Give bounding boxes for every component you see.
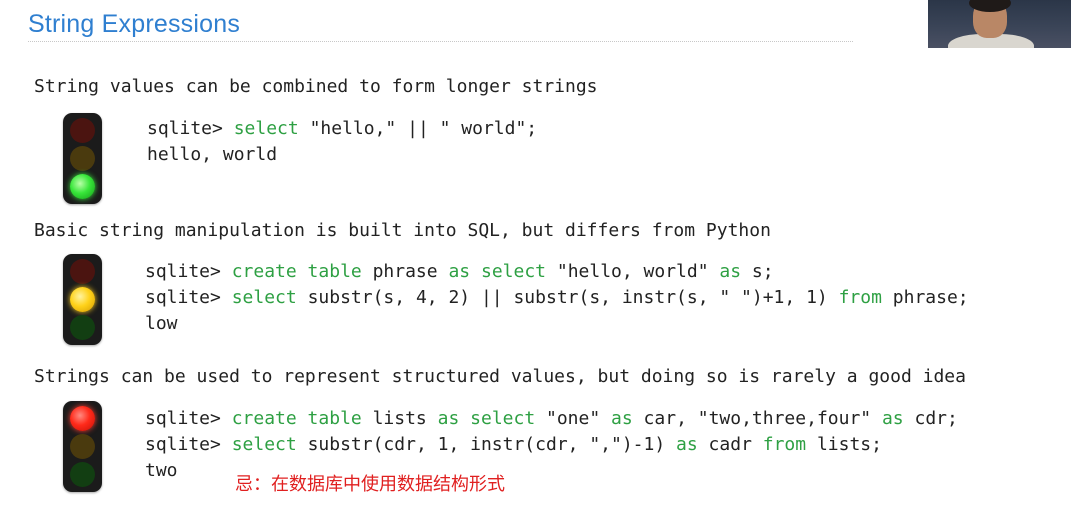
sql-keyword: select	[480, 261, 547, 282]
code-block-1: sqlite> select "hello," || " world"; hell…	[147, 116, 537, 168]
code-text: lists;	[806, 434, 882, 455]
red-lamp	[70, 259, 95, 284]
sql-keyword: from	[838, 287, 882, 308]
sql-keyword: as	[611, 408, 633, 429]
slide-title: String Expressions	[28, 10, 241, 38]
code-text: phrase	[361, 261, 449, 282]
yellow-lamp	[70, 287, 95, 312]
code-text: low	[145, 313, 178, 334]
code-text: phrase;	[881, 287, 969, 308]
code-line: sqlite> select substr(s, 4, 2) || substr…	[145, 285, 969, 311]
sql-keyword: as	[676, 434, 698, 455]
sql-keyword: as	[448, 261, 471, 282]
green-lamp	[70, 462, 95, 487]
code-line: sqlite> create table phrase as select "h…	[145, 259, 969, 285]
green-lamp	[70, 315, 95, 340]
code-line: sqlite> select substr(cdr, 1, instr(cdr,…	[145, 432, 958, 458]
code-text: substr(s, 4, 2) || substr(s, instr(s, " …	[296, 287, 839, 308]
code-text: two	[145, 460, 178, 481]
code-text: "hello, world"	[546, 261, 720, 282]
code-text: sqlite>	[145, 261, 232, 282]
code-text: car, "two,three,four"	[632, 408, 882, 429]
code-text: sqlite>	[145, 287, 232, 308]
sql-keyword: from	[762, 434, 807, 455]
sql-keyword: select	[231, 434, 297, 455]
green-lamp	[70, 174, 95, 199]
red-lamp	[70, 406, 95, 431]
code-line: low	[145, 311, 969, 337]
red-lamp	[70, 118, 95, 143]
sql-keyword: create table	[231, 408, 362, 429]
code-text: lists	[361, 408, 438, 429]
code-text: sqlite>	[147, 118, 234, 139]
chinese-annotation: 忌：在数据库中使用数据结构形式	[235, 474, 505, 495]
sql-keyword: select	[470, 408, 536, 429]
code-text: s;	[741, 261, 774, 282]
code-text: sqlite>	[145, 434, 232, 455]
code-block-2: sqlite> create table phrase as select "h…	[145, 259, 969, 337]
yellow-lamp	[70, 434, 95, 459]
traffic-light-red	[63, 401, 102, 492]
code-text: cadr	[697, 434, 763, 455]
code-text: substr(cdr, 1, instr(cdr, ",")-1)	[296, 434, 677, 455]
traffic-light-green	[63, 113, 102, 204]
sql-keyword: select	[231, 287, 297, 308]
yellow-lamp	[70, 146, 95, 171]
code-text: sqlite>	[145, 408, 232, 429]
code-line: sqlite> create table lists as select "on…	[145, 406, 958, 432]
sql-keyword: create table	[231, 261, 362, 282]
sql-keyword: as	[881, 408, 904, 429]
sql-keyword: select	[233, 118, 299, 139]
title-divider	[28, 41, 853, 42]
code-text: hello, world	[147, 144, 278, 165]
webcam-video	[928, 0, 1071, 48]
sql-keyword: as	[437, 408, 460, 429]
section-intro-1: String values can be combined to form lo…	[34, 76, 598, 97]
code-text: "hello," || " world";	[298, 118, 538, 139]
section-intro-2: Basic string manipulation is built into …	[34, 220, 771, 241]
code-text: "one"	[535, 408, 612, 429]
code-line: hello, world	[147, 142, 537, 168]
section-intro-3: Strings can be used to represent structu…	[34, 366, 966, 387]
sql-keyword: as	[719, 261, 742, 282]
code-line: sqlite> select "hello," || " world";	[147, 116, 537, 142]
code-text: cdr;	[903, 408, 958, 429]
traffic-light-yellow	[63, 254, 102, 345]
